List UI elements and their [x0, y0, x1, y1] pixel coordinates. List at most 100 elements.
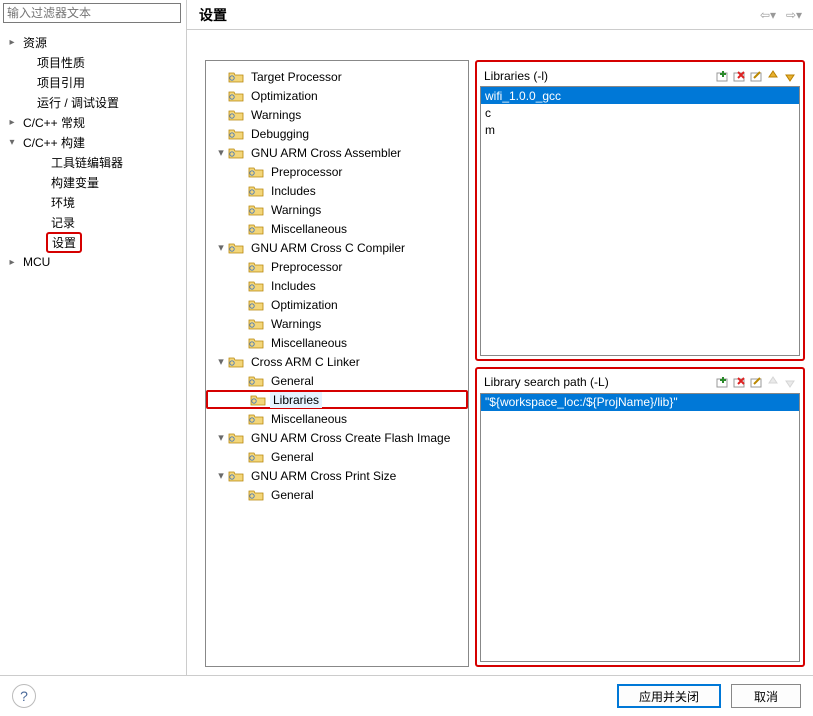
library-paths-list[interactable]: "${workspace_loc:/${ProjName}/lib}"	[480, 393, 800, 663]
twisty-spacer	[234, 298, 248, 312]
settings-item[interactable]: ▾GNU ARM Cross Assembler	[206, 143, 468, 162]
settings-item[interactable]: Miscellaneous	[206, 219, 468, 238]
nav-item[interactable]: 工具链编辑器	[6, 152, 186, 172]
settings-item[interactable]: Debugging	[206, 124, 468, 143]
settings-item[interactable]: Includes	[206, 276, 468, 295]
add-button[interactable]	[714, 68, 730, 84]
settings-item-label: Optimization	[248, 88, 321, 104]
list-item[interactable]: m	[481, 121, 799, 138]
apply-close-button[interactable]: 应用并关闭	[617, 684, 721, 708]
nav-item[interactable]: ▾C/C++ 构建	[6, 132, 186, 152]
folder-icon	[248, 164, 264, 180]
forward-button[interactable]: ⇨▾	[783, 6, 805, 24]
libraries-panel-title: Libraries (-l)	[480, 69, 714, 83]
settings-item[interactable]: Warnings	[206, 314, 468, 333]
folder-icon	[228, 88, 244, 104]
list-item[interactable]: wifi_1.0.0_gcc	[481, 87, 799, 104]
nav-item[interactable]: 构建变量	[6, 172, 186, 192]
nav-item-label: 项目性质	[34, 53, 88, 72]
settings-item[interactable]: General	[206, 371, 468, 390]
twisty-spacer	[234, 336, 248, 350]
move-up-button[interactable]	[765, 374, 781, 390]
twisty-icon[interactable]: ▸	[6, 36, 18, 48]
twisty-icon[interactable]: ▾	[6, 136, 18, 148]
nav-item[interactable]: 项目引用	[6, 72, 186, 92]
libraries-list[interactable]: wifi_1.0.0_gcccm	[480, 86, 800, 356]
right-panel: 设置 ⇦▾ ⇨▾ Target ProcessorOptimizationWar…	[187, 0, 813, 675]
nav-item-label: 工具链编辑器	[48, 153, 126, 172]
twisty-spacer	[20, 96, 32, 108]
settings-item[interactable]: Miscellaneous	[206, 333, 468, 352]
filter-input[interactable]	[4, 4, 180, 22]
nav-item[interactable]: 项目性质	[6, 52, 186, 72]
settings-item[interactable]: Optimization	[206, 295, 468, 314]
settings-item[interactable]: Target Processor	[206, 67, 468, 86]
nav-item-label: 构建变量	[48, 173, 102, 192]
list-item[interactable]: "${workspace_loc:/${ProjName}/lib}"	[481, 394, 799, 411]
nav-item[interactable]: ▸C/C++ 常规	[6, 112, 186, 132]
twisty-icon[interactable]: ▸	[6, 116, 18, 128]
settings-item-label: Libraries	[270, 392, 322, 408]
settings-item[interactable]: ▾ GNU ARM Cross Print Size	[206, 466, 468, 485]
edit-button[interactable]	[748, 68, 764, 84]
settings-item-label: Preprocessor	[268, 164, 345, 180]
add-button[interactable]	[714, 374, 730, 390]
move-down-button[interactable]	[782, 68, 798, 84]
list-item[interactable]: c	[481, 104, 799, 121]
settings-item[interactable]: General	[206, 485, 468, 504]
settings-item[interactable]: ▾Cross ARM C Linker	[206, 352, 468, 371]
folder-icon	[248, 487, 264, 503]
nav-item[interactable]: 运行 / 调试设置	[6, 92, 186, 112]
settings-item[interactable]: Miscellaneous	[206, 409, 468, 428]
settings-item[interactable]: Optimization	[206, 86, 468, 105]
twisty-spacer	[234, 260, 248, 274]
settings-item[interactable]: Libraries	[206, 390, 468, 409]
twisty-icon[interactable]: ▾	[214, 469, 228, 483]
settings-item[interactable]: Preprocessor	[206, 162, 468, 181]
twisty-icon[interactable]: ▾	[214, 241, 228, 255]
settings-item-label: GNU ARM Cross Print Size	[248, 468, 399, 484]
folder-icon	[250, 392, 266, 408]
twisty-icon[interactable]: ▾	[214, 146, 228, 160]
settings-item[interactable]: Warnings	[206, 105, 468, 124]
settings-item-label: Includes	[268, 183, 319, 199]
library-paths-panel: Library search path (-L) "${workspace_lo…	[475, 367, 805, 668]
nav-item-label: 资源	[20, 33, 50, 52]
folder-icon	[228, 126, 244, 142]
nav-tree: ▸资源项目性质项目引用运行 / 调试设置▸C/C++ 常规▾C/C++ 构建工具…	[0, 28, 186, 675]
cancel-button[interactable]: 取消	[731, 684, 801, 708]
edit-button[interactable]	[748, 374, 764, 390]
nav-item-label: C/C++ 构建	[20, 133, 88, 152]
twisty-icon[interactable]: ▸	[6, 256, 18, 268]
settings-item[interactable]: Includes	[206, 181, 468, 200]
settings-item[interactable]: ▾GNU ARM Cross C Compiler	[206, 238, 468, 257]
move-down-button[interactable]	[782, 374, 798, 390]
twisty-spacer	[234, 279, 248, 293]
settings-item[interactable]: Preprocessor	[206, 257, 468, 276]
back-button[interactable]: ⇦▾	[757, 6, 779, 24]
settings-item-label: General	[268, 449, 317, 465]
twisty-spacer	[34, 176, 46, 188]
settings-item-label: Miscellaneous	[268, 335, 350, 351]
settings-item-label: Includes	[268, 278, 319, 294]
delete-button[interactable]	[731, 68, 747, 84]
folder-icon	[228, 240, 244, 256]
delete-button[interactable]	[731, 374, 747, 390]
settings-item-label: Optimization	[268, 297, 341, 313]
help-button[interactable]: ?	[12, 684, 36, 708]
settings-item[interactable]: General	[206, 447, 468, 466]
nav-item[interactable]: 设置	[6, 232, 186, 252]
nav-item[interactable]: ▸资源	[6, 32, 186, 52]
folder-icon	[228, 107, 244, 123]
settings-item-label: GNU ARM Cross Create Flash Image	[248, 430, 453, 446]
twisty-icon[interactable]: ▾	[214, 431, 228, 445]
nav-item[interactable]: ▸MCU	[6, 252, 186, 272]
twisty-icon[interactable]: ▾	[214, 355, 228, 369]
nav-item[interactable]: 记录	[6, 212, 186, 232]
filter-container	[3, 3, 181, 23]
move-up-button[interactable]	[765, 68, 781, 84]
settings-item[interactable]: ▾ GNU ARM Cross Create Flash Image	[206, 428, 468, 447]
folder-icon	[248, 316, 264, 332]
settings-item[interactable]: Warnings	[206, 200, 468, 219]
nav-item[interactable]: 环境	[6, 192, 186, 212]
